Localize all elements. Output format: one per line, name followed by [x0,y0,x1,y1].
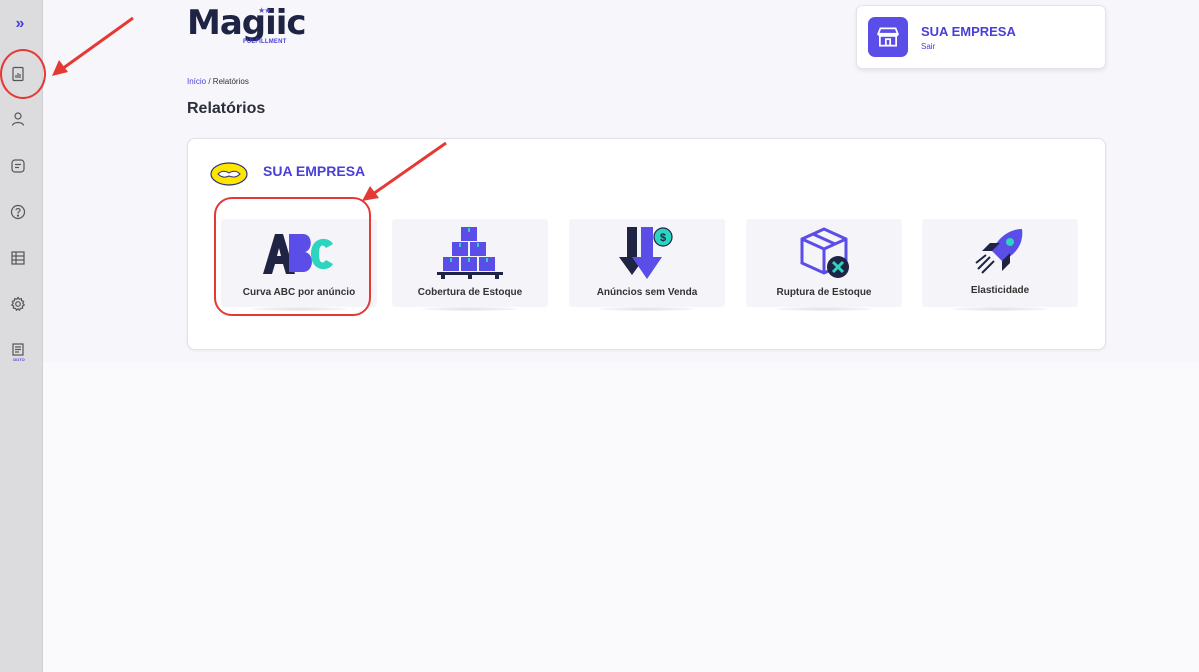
down-arrow-dollar-icon: $ [569,225,725,281]
report-card-anuncios-sem-venda[interactable]: $ Anúncios sem Venda [569,219,725,311]
report-card-ruptura-estoque[interactable]: Ruptura de Estoque [746,219,902,311]
boxes-pallet-icon [392,225,548,281]
page-title: Relatórios [187,100,266,117]
annotation-highlight-circle [0,49,46,99]
annotation-highlight-rect [214,197,371,316]
store-icon[interactable] [868,17,908,57]
report-card-cobertura-estoque[interactable]: Cobertura de Estoque [392,219,548,311]
breadcrumb-current: Relatórios [212,77,249,86]
document-label: DOTO [13,357,25,362]
breadcrumb-separator: / [206,77,213,86]
report-label: Anúncios sem Venda [596,287,698,298]
card-shadow [952,307,1048,311]
svg-text:$: $ [660,232,666,244]
panel-company-name: SUA EMPRESA [263,163,366,179]
expand-sidebar-icon[interactable]: » [13,15,27,33]
box-x-icon [746,225,902,281]
card-shadow [422,307,518,311]
logout-link[interactable]: Sair [921,42,935,51]
message-icon[interactable] [9,157,27,175]
company-card: SUA EMPRESA Sair [856,5,1106,69]
user-icon[interactable] [9,110,27,128]
report-label: Elasticidade [970,285,1030,296]
card-shadow [776,307,872,311]
report-label: Cobertura de Estoque [417,287,523,298]
gear-icon[interactable] [9,295,27,313]
logo-text: Magiic [187,3,307,43]
report-label: Ruptura de Estoque [776,287,872,298]
logo-subtitle: FULFILLMENT [243,39,287,45]
help-icon[interactable] [9,203,27,221]
sidebar: » DOTO [0,0,43,672]
logo-stars: ★★ [258,6,271,15]
card-shadow [599,307,695,311]
app-logo[interactable]: Magiic ★★ FULFILLMENT [187,3,307,48]
rocket-icon [922,225,1078,281]
breadcrumb: Início / Relatórios [187,77,249,86]
breadcrumb-home-link[interactable]: Início [187,77,206,86]
table-icon[interactable] [9,249,27,267]
company-name: SUA EMPRESA [921,24,1016,39]
mercadolivre-logo-icon [210,162,248,186]
report-card-elasticidade[interactable]: Elasticidade [922,219,1078,311]
